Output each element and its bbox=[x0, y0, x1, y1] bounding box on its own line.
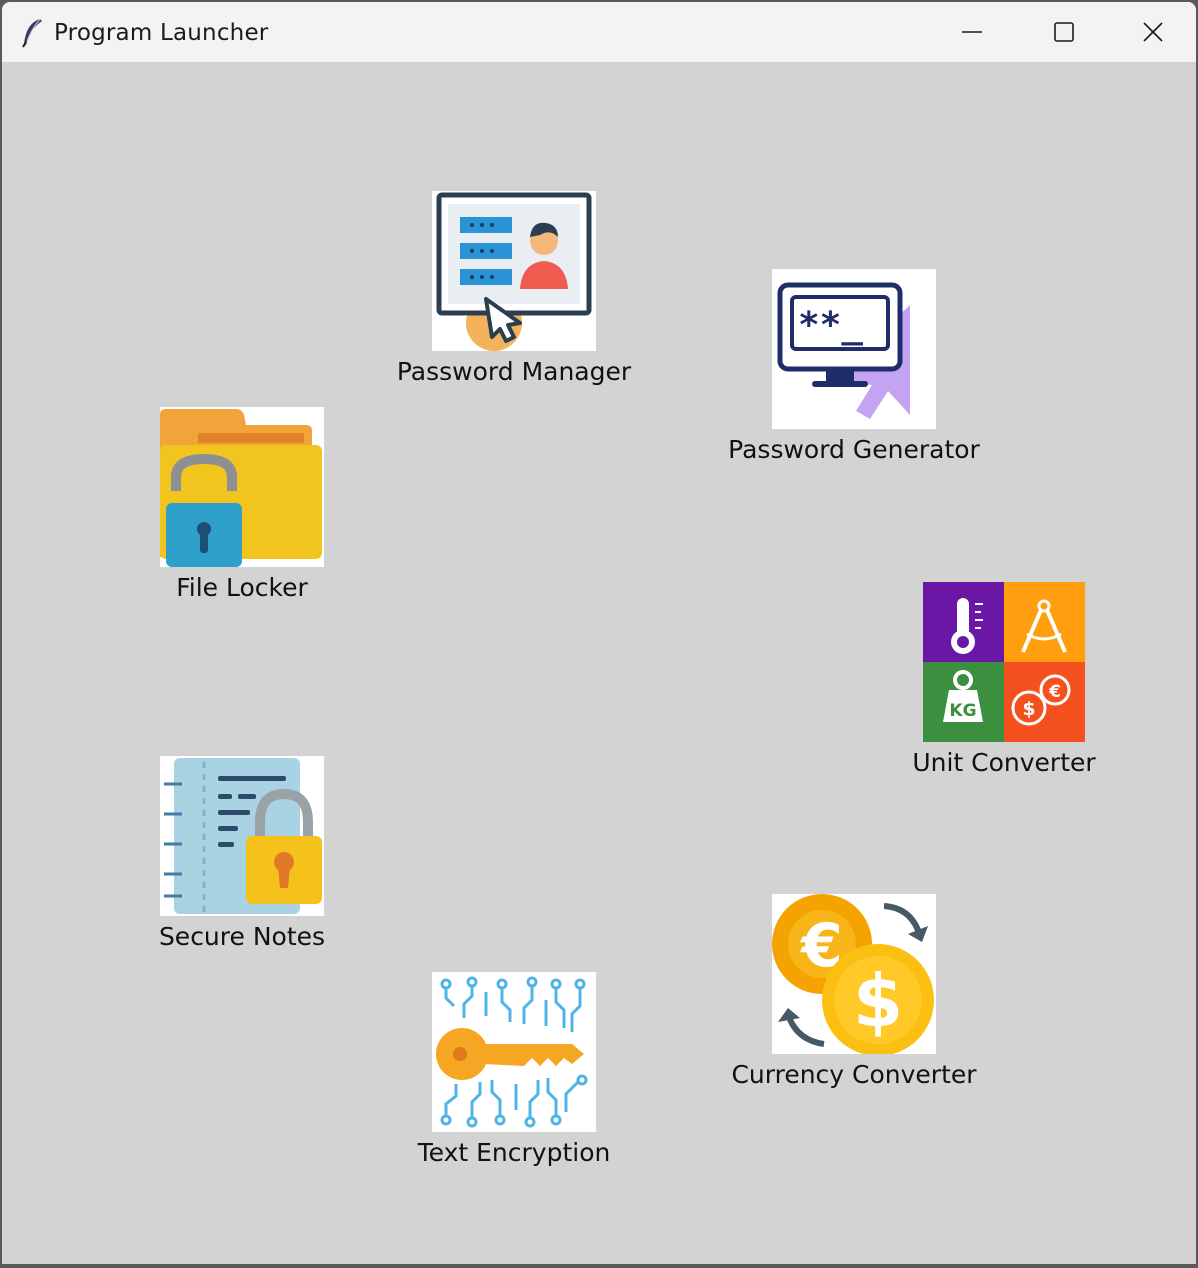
minimize-button[interactable] bbox=[926, 2, 1018, 62]
file-locker-button[interactable]: File Locker bbox=[112, 407, 372, 603]
svg-text:€: € bbox=[1048, 682, 1061, 702]
launcher-canvas: Password Manager **_ Password Generator bbox=[2, 62, 1196, 1264]
close-icon bbox=[1143, 22, 1163, 42]
svg-text:$: $ bbox=[853, 959, 903, 1043]
title-bar[interactable]: Program Launcher bbox=[2, 2, 1196, 62]
password-generator-icon: **_ bbox=[772, 269, 936, 429]
text-encryption-button[interactable]: Text Encryption bbox=[384, 972, 644, 1168]
currency-converter-button[interactable]: € $ Currency Converter bbox=[714, 894, 994, 1090]
svg-text:**_: **_ bbox=[798, 305, 863, 346]
password-manager-button[interactable]: Password Manager bbox=[384, 191, 644, 387]
program-launcher-window: Program Launcher Password Manager **_ Pa… bbox=[2, 2, 1196, 1264]
file-locker-label: File Locker bbox=[176, 573, 308, 602]
currency-converter-icon: € $ bbox=[772, 894, 936, 1054]
unit-converter-icon: KG $ € bbox=[923, 582, 1085, 742]
currency-converter-label: Currency Converter bbox=[731, 1060, 977, 1089]
close-button[interactable] bbox=[1110, 2, 1196, 62]
file-locker-icon bbox=[160, 407, 324, 567]
password-generator-button[interactable]: **_ Password Generator bbox=[724, 269, 984, 465]
secure-notes-button[interactable]: Secure Notes bbox=[112, 756, 372, 952]
svg-text:$: $ bbox=[1022, 698, 1035, 720]
svg-text:KG: KG bbox=[949, 701, 976, 721]
secure-notes-icon bbox=[160, 756, 324, 916]
window-title: Program Launcher bbox=[54, 20, 269, 46]
minimize-icon bbox=[962, 31, 982, 33]
maximize-button[interactable] bbox=[1018, 2, 1110, 62]
text-encryption-label: Text Encryption bbox=[417, 1138, 611, 1167]
feather-icon bbox=[22, 18, 42, 48]
unit-converter-label: Unit Converter bbox=[912, 748, 1096, 777]
password-manager-icon bbox=[432, 191, 596, 351]
maximize-icon bbox=[1054, 22, 1074, 42]
secure-notes-label: Secure Notes bbox=[158, 922, 326, 951]
password-generator-label: Password Generator bbox=[728, 435, 980, 464]
text-encryption-icon bbox=[432, 972, 596, 1132]
password-manager-label: Password Manager bbox=[396, 357, 632, 386]
unit-converter-button[interactable]: KG $ € Unit Converter bbox=[874, 582, 1134, 778]
